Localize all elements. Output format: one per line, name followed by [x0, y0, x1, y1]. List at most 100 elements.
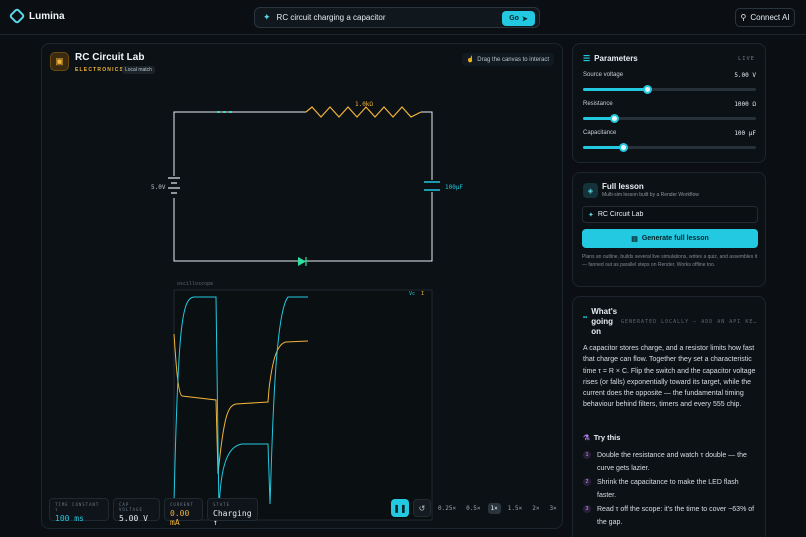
playback-controls: ❚❚ ↺ 0.25× 0.5× 1× 1.5× 2× 3× [391, 499, 560, 517]
lab-category: ELECTRONICS [75, 67, 125, 73]
reset-button[interactable]: ↺ [413, 499, 431, 517]
brand[interactable]: Lumina [8, 7, 65, 25]
circuit-board-icon: ▣ [50, 52, 69, 71]
generate-label: Generate full lesson [641, 235, 709, 242]
sliders-icon: ☰ [583, 54, 591, 63]
param-label: Capacitance [583, 130, 617, 136]
param-label: Source voltage [583, 72, 624, 78]
drag-hint: ☝ Drag the canvas to interact [461, 53, 554, 66]
try-text: Read τ off the scope: it's the time to c… [597, 506, 755, 526]
capacitance-slider[interactable] [583, 143, 756, 152]
stat-time-constant: TIME CONSTANT τ 100 ms [49, 498, 109, 523]
connect-ai-label: Connect AI [750, 13, 790, 22]
circuit-canvas[interactable]: 1.0kΩ 5.0V 100µF oscilloscope Vc I [42, 44, 564, 530]
search-input[interactable] [276, 13, 497, 22]
stat-label: CAP VOLTAGE [119, 502, 143, 512]
explanation-body: A capacitor stores charge, and a resisto… [583, 345, 756, 409]
source-voltage-slider[interactable] [583, 85, 756, 94]
step-number: 3 [583, 505, 591, 513]
speed-option[interactable]: 0.25× [435, 503, 459, 514]
stat-label: CURRENT [170, 502, 194, 507]
stat-cap-voltage: CAP VOLTAGE 5.00 V [113, 498, 160, 523]
led-diode[interactable] [298, 257, 307, 266]
current-flow-dots [217, 111, 232, 113]
go-button[interactable]: Go ➤ [502, 11, 535, 26]
try-this-header: ⚗ Try this [583, 433, 620, 442]
parameters-title: Parameters [594, 54, 638, 63]
match-badge: Local match [122, 66, 155, 74]
param-capacitance: Capacitance 100 µF [583, 130, 756, 152]
connect-ai-button[interactable]: ⚲ Connect AI [735, 8, 795, 27]
stat-value: Charging ↑ [213, 509, 252, 527]
top-bar: Lumina ✦ Go ➤ ⚲ Connect AI [0, 0, 806, 35]
step-number: 2 [583, 478, 591, 486]
parameters-header: ☰ Parameters [583, 54, 638, 63]
explanation-title: What's going on [591, 307, 618, 336]
circuit-wire [173, 111, 433, 262]
slider-fill [583, 146, 623, 149]
step-number: 1 [583, 451, 591, 459]
scope-legend-vc: Vc [409, 291, 415, 297]
lesson-subtitle: Multi-sim lesson built by a Render Workf… [602, 192, 699, 198]
lab-title: RC Circuit Lab [75, 52, 145, 63]
battery-gap [168, 176, 180, 198]
oscilloscope [173, 289, 433, 521]
try-text: Shrink the capacitance to make the LED f… [597, 479, 739, 499]
speed-option[interactable]: 3× [546, 503, 559, 514]
resistance-slider[interactable] [583, 114, 756, 123]
oscilloscope-label: oscilloscope [177, 281, 213, 287]
speed-option-active[interactable]: 1× [487, 502, 501, 514]
param-value: 5.00 V [734, 72, 756, 79]
slider-thumb[interactable] [618, 143, 628, 152]
drag-hint-text: Drag the canvas to interact [477, 56, 549, 63]
dots-icon: •• [583, 315, 588, 321]
explanation-card: •• What's going on GENERATED LOCALLY — A… [572, 296, 766, 537]
capacitor-label: 100µF [445, 184, 463, 191]
live-status: LIVE [738, 56, 755, 62]
graduation-cap-icon: ◈ [583, 183, 598, 198]
app-name: Lumina [29, 10, 65, 22]
try-title: Try this [593, 433, 621, 442]
battery-label: 5.0V [151, 184, 166, 191]
stat-value: 5.00 V [119, 514, 148, 523]
try-item: 3 Read τ off the scope: it's the time to… [583, 503, 759, 529]
pause-button[interactable]: ❚❚ [391, 499, 409, 517]
speed-option[interactable]: 2× [529, 503, 542, 514]
lesson-note: Plans an outline, builds several live si… [582, 254, 758, 268]
full-lesson-card: ◈ Full lesson Multi-sim lesson built by … [572, 172, 766, 287]
slider-thumb[interactable] [643, 85, 652, 94]
param-value: 1000 Ω [734, 101, 756, 108]
lesson-topic-input[interactable] [597, 211, 748, 218]
sparkle-icon: ✦ [263, 12, 271, 22]
book-icon: ▤ [631, 235, 638, 243]
generate-lesson-button[interactable]: ▤ Generate full lesson [582, 229, 758, 248]
slider-fill [583, 88, 647, 91]
stat-current: CURRENT 0.00 mA [164, 498, 203, 527]
lesson-topic-field: ✦ [582, 206, 758, 223]
go-label: Go [509, 15, 519, 22]
speed-option[interactable]: 1.5× [505, 503, 525, 514]
resistor-label: 1.0kΩ [355, 101, 373, 108]
reset-icon: ↺ [418, 503, 426, 513]
try-item: 2 Shrink the capacitance to make the LED… [583, 476, 759, 502]
stat-state: STATE Charging ↑ [207, 498, 258, 527]
scope-legend-i: I [421, 291, 424, 297]
sparkle-icon: ✦ [588, 211, 594, 219]
try-item: 1 Double the resistance and watch τ doub… [583, 449, 759, 475]
generated-note: GENERATED LOCALLY — ADD AN API KE… [621, 319, 758, 325]
param-value: 100 µF [734, 130, 756, 137]
param-resistance: Resistance 1000 Ω [583, 101, 756, 123]
lumina-logo-icon [8, 7, 26, 25]
stat-value: 0.00 mA [170, 509, 190, 527]
speed-option[interactable]: 0.5× [463, 503, 483, 514]
param-label: Resistance [583, 101, 613, 107]
plug-icon: ⚲ [740, 13, 747, 22]
parameters-card: ☰ Parameters LIVE Source voltage 5.00 V … [572, 43, 766, 163]
lesson-title: Full lesson [602, 182, 644, 191]
search-bar: ✦ Go ➤ [254, 7, 540, 28]
simulation-panel: 1.0kΩ 5.0V 100µF oscilloscope Vc I ▣ RC … [41, 43, 563, 529]
stat-label: STATE [213, 502, 231, 507]
stats-row: TIME CONSTANT τ 100 ms CAP VOLTAGE 5.00 … [49, 498, 258, 527]
stat-label: TIME CONSTANT τ [55, 502, 100, 512]
slider-thumb[interactable] [610, 114, 620, 123]
